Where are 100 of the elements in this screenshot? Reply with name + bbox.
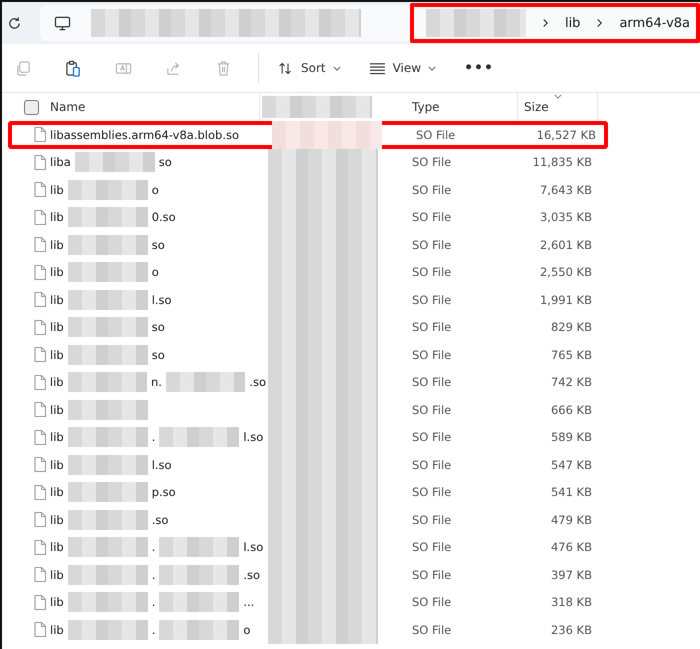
- file-name[interactable]: so: [152, 320, 165, 334]
- view-button[interactable]: View: [360, 51, 444, 85]
- file-name[interactable]: .: [152, 540, 156, 554]
- file-type: SO File: [412, 622, 452, 637]
- file-type: SO File: [412, 265, 452, 280]
- file-name[interactable]: .: [152, 595, 156, 610]
- file-icon: [34, 210, 46, 225]
- file-icon: [34, 567, 46, 582]
- sort-button[interactable]: Sort: [269, 51, 349, 85]
- file-name[interactable]: liba: [50, 155, 71, 170]
- file-name[interactable]: lib: [50, 210, 64, 224]
- file-name[interactable]: l.so: [243, 430, 264, 444]
- file-name[interactable]: .: [152, 622, 156, 637]
- file-icon: [34, 347, 46, 362]
- file-type: SO File: [412, 375, 452, 390]
- caret-icon: [332, 66, 341, 70]
- file-name[interactable]: lib: [50, 430, 64, 444]
- file-size: 16,527 KB: [536, 128, 596, 142]
- file-icon: [34, 264, 46, 280]
- file-type: SO File: [412, 238, 452, 252]
- file-size: 476 KB: [550, 540, 592, 554]
- breadcrumb[interactable]: lib: [564, 16, 580, 30]
- share-icon: [164, 60, 182, 76]
- file-icon: [34, 402, 46, 418]
- file-name[interactable]: lib: [50, 622, 64, 637]
- monitor-icon: [54, 16, 71, 30]
- file-name[interactable]: lib: [50, 512, 64, 527]
- file-name[interactable]: .: [152, 430, 156, 444]
- caret-icon: [428, 66, 436, 70]
- file-icon: [34, 237, 46, 252]
- file-name[interactable]: lib: [50, 540, 64, 554]
- file-icon: [34, 182, 46, 198]
- file-size: 666 KB: [550, 402, 592, 417]
- chevron-icon: [596, 18, 604, 28]
- file-type: SO File: [412, 182, 452, 197]
- file-type: SO File: [412, 485, 452, 500]
- file-icon: [34, 292, 46, 308]
- file-name[interactable]: so: [158, 155, 172, 170]
- file-name[interactable]: lib: [50, 238, 64, 252]
- file-name[interactable]: l.so: [152, 458, 172, 472]
- more-button[interactable]: •••: [456, 51, 502, 85]
- file-icon: [34, 320, 46, 335]
- file-name[interactable]: .: [152, 568, 156, 582]
- chevron-icon: [542, 18, 549, 28]
- file-name[interactable]: lib: [50, 568, 64, 582]
- file-size: 236 KB: [550, 622, 592, 637]
- file-name[interactable]: lib: [50, 182, 64, 197]
- file-name[interactable]: ...: [243, 595, 254, 610]
- file-size: 3,035 KB: [540, 210, 592, 224]
- file-name[interactable]: lib: [50, 402, 64, 417]
- file-name[interactable]: n.: [150, 375, 162, 390]
- file-name[interactable]: lib: [50, 348, 64, 362]
- file-size: 7,643 KB: [540, 182, 592, 197]
- file-name[interactable]: so: [152, 238, 165, 252]
- address-bar[interactable]: lib arm64-v8a: [40, 5, 700, 41]
- select-all-checkbox[interactable]: [24, 100, 39, 114]
- file-type: SO File: [412, 402, 452, 417]
- file-size: 829 KB: [550, 320, 592, 334]
- sort-icon: [277, 60, 294, 76]
- file-size: 2,550 KB: [540, 265, 592, 280]
- file-icon: [34, 540, 46, 555]
- column-header[interactable]: Type: [412, 100, 440, 114]
- breadcrumb[interactable]: arm64-v8a: [619, 16, 690, 30]
- file-size: 547 KB: [550, 458, 592, 472]
- file-name[interactable]: p.so: [152, 485, 176, 500]
- file-name[interactable]: .so: [243, 568, 260, 582]
- file-name[interactable]: .so: [249, 375, 266, 390]
- file-name[interactable]: lib: [50, 375, 64, 390]
- file-name[interactable]: lib: [50, 292, 64, 307]
- file-type: SO File: [412, 320, 452, 334]
- file-name[interactable]: o: [152, 182, 159, 197]
- file-name[interactable]: lib: [50, 485, 64, 500]
- file-type: SO File: [412, 540, 452, 554]
- file-icon: [34, 457, 46, 472]
- file-size: 541 KB: [550, 485, 592, 500]
- file-name[interactable]: l.so: [243, 540, 264, 554]
- refresh-icon[interactable]: [7, 16, 22, 30]
- file-icon: [34, 512, 46, 528]
- file-size: 765 KB: [550, 348, 592, 362]
- file-size: 318 KB: [550, 595, 592, 610]
- file-name[interactable]: 0.so: [152, 210, 176, 224]
- file-type: SO File: [416, 128, 456, 142]
- column-header[interactable]: Size: [524, 100, 549, 114]
- file-type: SO File: [412, 155, 452, 170]
- file-name[interactable]: lib: [50, 320, 64, 334]
- file-name[interactable]: o: [152, 265, 159, 280]
- file-icon: [34, 484, 46, 500]
- file-type: SO File: [412, 292, 452, 307]
- file-name[interactable]: libassemblies.arm64-v8a.blob.so: [50, 128, 239, 142]
- file-name[interactable]: l.so: [152, 292, 172, 307]
- paste-icon: [64, 60, 82, 76]
- file-name[interactable]: lib: [50, 595, 64, 610]
- column-header[interactable]: Name: [50, 100, 86, 114]
- file-name[interactable]: lib: [50, 265, 64, 280]
- file-name[interactable]: o: [243, 622, 250, 637]
- file-icon: [34, 374, 46, 390]
- file-name[interactable]: .so: [152, 512, 168, 527]
- file-type: SO File: [412, 210, 452, 224]
- file-name[interactable]: so: [152, 348, 165, 362]
- file-name[interactable]: lib: [50, 458, 64, 472]
